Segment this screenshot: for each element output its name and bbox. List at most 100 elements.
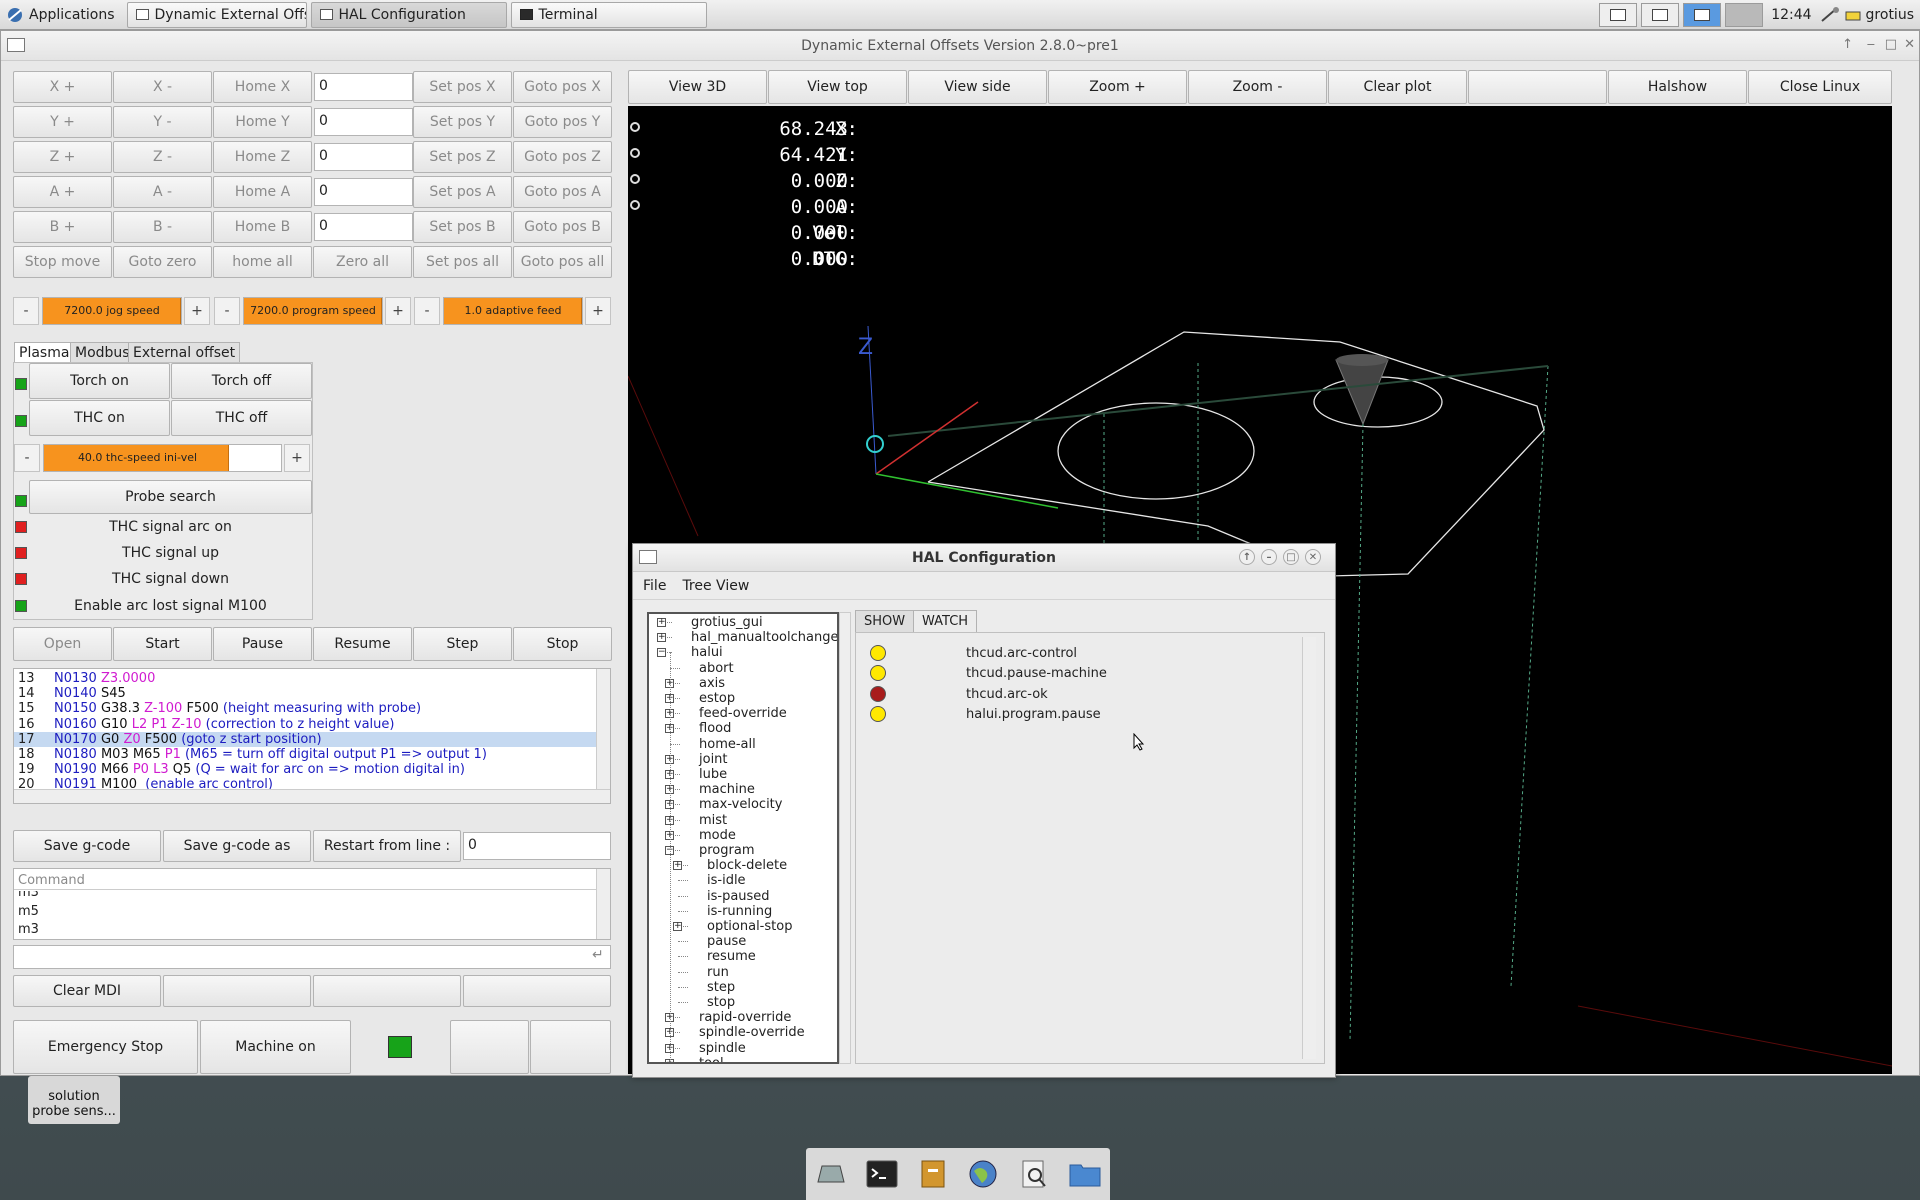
stop-button[interactable]: Stop [513, 627, 612, 661]
tree-node[interactable]: + hal_manualtoolchange [649, 630, 837, 645]
resume-button[interactable]: Resume [313, 627, 412, 661]
tree-node[interactable]: pause [649, 934, 837, 949]
thc-speed-slider[interactable]: 40.0 thc-speed ini-vel [43, 444, 282, 472]
axis-b-value-field[interactable]: 0 [314, 213, 413, 241]
restart-line-field[interactable]: 0 [463, 832, 611, 860]
tree-node[interactable]: stop [649, 995, 837, 1010]
torch-off-button[interactable]: Torch off [171, 363, 312, 399]
tree-node[interactable]: + rapid-override [649, 1010, 837, 1025]
watch-vertical-scrollbar[interactable] [1302, 637, 1316, 1059]
expand-icon[interactable]: + [673, 861, 682, 871]
step-button[interactable]: Step [413, 627, 512, 661]
mdi-history-item[interactable]: m3 [18, 922, 39, 937]
expand-icon[interactable]: + [673, 922, 682, 931]
mdi-vertical-scrollbar[interactable] [596, 869, 610, 939]
home-a-button[interactable]: Home A [213, 176, 312, 208]
tree-node[interactable]: resume [649, 949, 837, 964]
window-menu-icon[interactable] [7, 38, 25, 52]
save-gcode-as-button[interactable]: Save g-code as [163, 830, 311, 862]
emergency-stop-button[interactable]: Emergency Stop [13, 1020, 198, 1074]
axis-z-value-field[interactable]: 0 [314, 143, 413, 171]
file-manager-icon[interactable] [914, 1157, 952, 1191]
jog-speed-increase-button[interactable]: + [184, 297, 210, 325]
pause-button[interactable]: Pause [213, 627, 312, 661]
tree-node[interactable]: + joint [649, 752, 837, 767]
machine-on-button[interactable]: Machine on [200, 1020, 351, 1074]
main-titlebar[interactable]: Dynamic External Offsets Version 2.8.0~p… [1, 31, 1919, 61]
app-finder-icon[interactable] [1015, 1157, 1053, 1191]
program-speed-decrease-button[interactable]: - [214, 297, 240, 325]
minimize-icon[interactable]: ‒ [1867, 37, 1875, 52]
jog-y-minus-button[interactable]: Y - [113, 106, 212, 138]
jog-y-plus-button[interactable]: Y + [13, 106, 112, 138]
tree-node[interactable]: − program [649, 843, 837, 858]
home-x-button[interactable]: Home X [213, 71, 312, 103]
jog-b-plus-button[interactable]: B + [13, 211, 112, 243]
tab-show[interactable]: SHOW [855, 610, 915, 632]
expand-icon[interactable]: + [657, 633, 666, 643]
workspace-2[interactable] [1641, 3, 1680, 27]
tree-vertical-scrollbar[interactable] [839, 612, 851, 1064]
jog-speed-slider[interactable]: 7200.0 jog speed [42, 297, 182, 325]
tree-node[interactable]: + spindle-override [649, 1025, 837, 1040]
empty-button-2[interactable] [313, 975, 461, 1007]
tab-plasma[interactable]: Plasma [14, 342, 75, 362]
gcode-listing[interactable]: 13 N0130 Z3.0000 14 N0140 S45 15 N0150 G38.3 … [13, 668, 611, 804]
tree-node[interactable]: + block-delete [649, 858, 837, 873]
show-desktop-icon[interactable] [812, 1157, 850, 1191]
clock[interactable]: 12:44 [1767, 7, 1815, 23]
close-linux-button[interactable]: Close Linux [1748, 70, 1892, 104]
tree-node[interactable]: + tool [649, 1056, 837, 1062]
adaptive-feed-slider[interactable]: 1.0 adaptive feed [443, 297, 583, 325]
enter-icon[interactable]: ↵ [592, 947, 604, 963]
jog-a-plus-button[interactable]: A + [13, 176, 112, 208]
taskbar-item-dynamic-offsets[interactable]: Dynamic External Offset... [126, 1, 307, 28]
tree-node[interactable]: is-running [649, 904, 837, 919]
gcode-vertical-scrollbar[interactable] [596, 669, 610, 789]
goto-pos-b-button[interactable]: Goto pos B [513, 211, 612, 243]
restart-from-line-button[interactable]: Restart from line : [313, 830, 461, 862]
torch-on-button[interactable]: Torch on [29, 363, 170, 399]
axis-y-value-field[interactable]: 0 [314, 108, 413, 136]
folder-icon[interactable] [1066, 1157, 1104, 1191]
goto-pos-x-button[interactable]: Goto pos X [513, 71, 612, 103]
watch-item-label[interactable]: thcud.arc-ok [966, 687, 1048, 702]
gcode-line[interactable]: 15 N0150 G38.3 Z-100 F500 (height measuri… [14, 701, 598, 716]
empty-view-button[interactable] [1468, 70, 1607, 104]
mdi-history-item[interactable]: m5 [18, 904, 39, 919]
tree-node[interactable]: run [649, 965, 837, 980]
gcode-line[interactable]: 18 N0180 M03 M65 P1 (M65 = turn off digit… [14, 747, 598, 762]
goto-pos-all-button[interactable]: Goto pos all [513, 246, 612, 278]
tree-node[interactable]: + optional-stop [649, 919, 837, 934]
axis-a-value-field[interactable]: 0 [314, 178, 413, 206]
thc-off-button[interactable]: THC off [171, 400, 312, 436]
tree-node[interactable]: + grotius_gui [649, 615, 837, 630]
zoom-in-button[interactable]: Zoom + [1048, 70, 1187, 104]
expand-icon[interactable]: + [657, 618, 666, 627]
tree-node[interactable]: + lube [649, 767, 837, 782]
shade-icon[interactable]: ↑ [1842, 37, 1853, 52]
tree-node[interactable]: + spindle [649, 1041, 837, 1056]
maximize-icon[interactable]: □ [1283, 549, 1299, 565]
workspace-3[interactable] [1683, 3, 1722, 27]
view-top-button[interactable]: View top [768, 70, 907, 104]
jog-a-minus-button[interactable]: A - [113, 176, 212, 208]
goto-pos-z-button[interactable]: Goto pos Z [513, 141, 612, 173]
window-menu-icon[interactable] [639, 550, 657, 564]
gcode-line[interactable]: 19 N0190 M66 P0 L3 Q5 (Q = wait for arc o… [14, 762, 598, 777]
home-y-button[interactable]: Home Y [213, 106, 312, 138]
collapse-icon[interactable]: − [657, 648, 666, 658]
terminal-icon[interactable] [863, 1157, 901, 1191]
set-pos-y-button[interactable]: Set pos Y [413, 106, 512, 138]
tree-node[interactable]: is-idle [649, 873, 837, 888]
tab-external-offset[interactable]: External offset [128, 342, 241, 362]
tree-node[interactable]: + axis [649, 676, 837, 691]
tree-node[interactable]: + machine [649, 782, 837, 797]
home-b-button[interactable]: Home B [213, 211, 312, 243]
jog-z-minus-button[interactable]: Z - [113, 141, 212, 173]
workspace-1[interactable] [1599, 3, 1638, 27]
start-button[interactable]: Start [113, 627, 212, 661]
power-icon[interactable] [1844, 7, 1862, 23]
empty-button-1[interactable] [163, 975, 311, 1007]
empty-button-4[interactable] [450, 1020, 529, 1074]
